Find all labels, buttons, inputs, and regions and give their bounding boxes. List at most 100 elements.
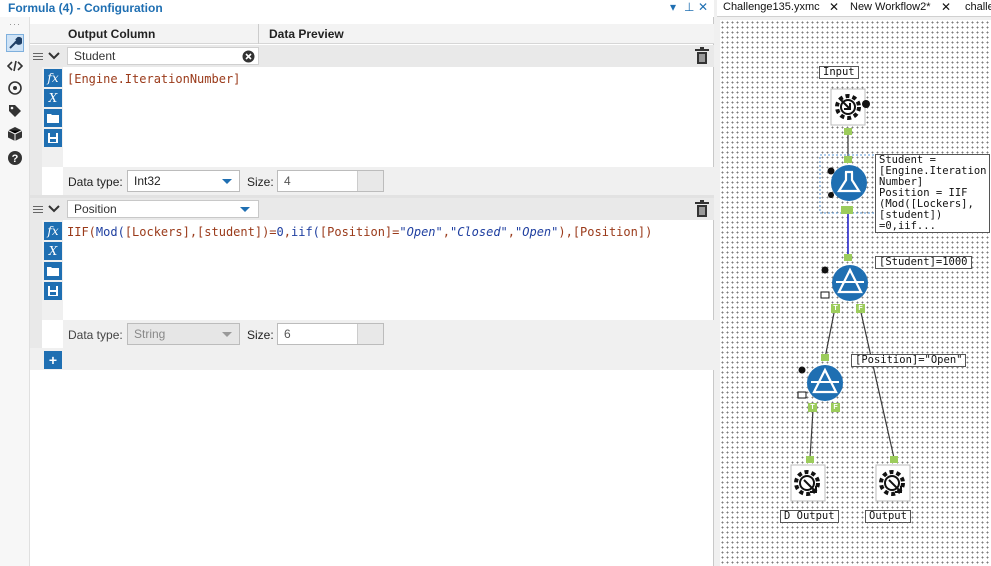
formula-row: Student fx X [Engine.IterationNumber] Da… <box>30 45 714 195</box>
save-icon[interactable] <box>44 282 62 300</box>
output-anchor[interactable] <box>844 128 852 135</box>
false-anchor[interactable]: F <box>831 403 840 412</box>
chevron-down-icon <box>222 332 232 337</box>
output2-annotation: Output <box>865 510 911 523</box>
function-icon[interactable]: fx <box>44 69 62 87</box>
false-anchor[interactable]: F <box>856 304 865 313</box>
true-anchor[interactable]: T <box>808 403 817 412</box>
delete-row-icon[interactable] <box>694 47 710 65</box>
output1-annotation: D Output <box>780 510 839 523</box>
row-gutter <box>30 220 42 348</box>
tab-challenge135[interactable]: Challenge135.yxmc <box>723 1 820 13</box>
add-formula-button[interactable]: + <box>44 351 62 369</box>
variable-icon[interactable]: X <box>44 89 62 107</box>
output-anchor[interactable] <box>841 206 853 214</box>
open-folder-icon[interactable] <box>44 109 62 127</box>
chevron-down-icon <box>222 179 232 184</box>
pin-icon[interactable]: ⊥ <box>684 0 694 14</box>
package-icon[interactable] <box>6 125 24 143</box>
datatype-label: Data type: <box>68 328 123 342</box>
filter-tool-node[interactable] <box>820 262 870 304</box>
config-toolstrip: ··· ? <box>0 17 30 566</box>
filter-triangle-icon <box>797 365 843 401</box>
filter1-annotation: [Student]=1000 <box>875 256 972 269</box>
size-label: Size: <box>247 328 274 342</box>
output-field-select[interactable]: Position <box>67 200 259 218</box>
output-tool-node[interactable] <box>790 464 826 502</box>
configuration-icon[interactable] <box>6 34 24 52</box>
input-anchor[interactable] <box>844 156 852 163</box>
drag-handle-icon[interactable] <box>30 198 46 220</box>
size-label: Size: <box>247 175 274 189</box>
help-icon[interactable]: ? <box>6 149 24 167</box>
configuration-panel: Formula (4) - Configuration ▾ ⊥ ✕ ··· ? … <box>0 0 714 566</box>
connector-line <box>824 307 836 359</box>
tag-icon[interactable] <box>6 102 24 120</box>
input-annotation: Input <box>819 66 859 79</box>
expression-editor[interactable]: IIF(Mod([Lockers],[student])=0,iif([Posi… <box>67 225 652 239</box>
header-divider <box>258 24 259 44</box>
formula-grid-header: Output Column Data Preview <box>30 24 714 44</box>
drag-handle-icon[interactable] <box>30 45 46 67</box>
formula-row-header: Student <box>30 45 714 67</box>
datatype-bar: Data type: Int32 Size: 4 <box>63 167 714 195</box>
filter2-annotation: [Position]="Open" <box>851 354 967 367</box>
close-tab-icon[interactable]: ✕ <box>829 0 839 14</box>
formula-tool-node[interactable] <box>826 163 870 203</box>
filter-triangle-icon <box>820 265 868 301</box>
size-input[interactable]: 6 <box>277 323 384 345</box>
delete-row-icon[interactable] <box>694 200 710 218</box>
formula-row-header: Position <box>30 198 714 220</box>
input-anchor[interactable] <box>806 456 814 463</box>
input-anchor[interactable] <box>844 254 852 261</box>
size-value: 6 <box>284 327 291 341</box>
output-tool-node[interactable] <box>875 464 911 502</box>
input-tool-node[interactable] <box>830 88 870 126</box>
output-field-name: Student <box>74 49 116 63</box>
panel-title-bar: Formula (4) - Configuration ▾ ⊥ ✕ <box>0 0 714 17</box>
size-spinner[interactable] <box>357 324 383 344</box>
connector-line <box>859 307 895 459</box>
size-spinner[interactable] <box>357 171 383 191</box>
input-anchor[interactable] <box>821 354 829 361</box>
collapse-chevron-icon[interactable] <box>47 49 61 63</box>
row-gutter <box>30 67 42 195</box>
expression-icon-column: fx X <box>42 67 63 167</box>
size-value: 4 <box>284 174 291 188</box>
input-anchor[interactable] <box>890 456 898 463</box>
collapse-chevron-icon[interactable] <box>47 202 61 216</box>
output-column-header: Output Column <box>68 27 156 41</box>
output-gear-icon <box>790 464 826 502</box>
tab-challe[interactable]: challe <box>965 1 991 13</box>
save-icon[interactable] <box>44 129 62 147</box>
datatype-select[interactable]: Int32 <box>127 170 240 192</box>
formula-annotation: Student = [Engine.Iteration Number] Posi… <box>875 154 991 233</box>
data-preview-header: Data Preview <box>269 27 344 41</box>
close-panel-icon[interactable]: ✕ <box>698 0 708 14</box>
clear-field-icon[interactable] <box>242 50 255 63</box>
tab-new-workflow2[interactable]: New Workflow2* <box>850 1 931 13</box>
true-anchor[interactable]: T <box>831 304 840 313</box>
workflow-canvas[interactable]: Input Student = [Engine.Iteration Number… <box>720 20 991 566</box>
datatype-label: Data type: <box>68 175 123 189</box>
variable-icon[interactable]: X <box>44 242 62 260</box>
open-folder-icon[interactable] <box>44 262 62 280</box>
tool-icon[interactable] <box>6 79 24 97</box>
formula-flask-icon <box>827 165 867 201</box>
input-gear-icon <box>830 88 870 126</box>
expression-editor[interactable]: [Engine.IterationNumber] <box>67 72 240 86</box>
panel-title: Formula (4) - Configuration <box>8 1 163 15</box>
add-row-bar: + <box>30 348 714 370</box>
filter-tool-node[interactable] <box>797 362 847 404</box>
close-tab-icon[interactable]: ✕ <box>941 0 951 14</box>
code-icon[interactable] <box>6 57 24 75</box>
size-input[interactable]: 4 <box>277 170 384 192</box>
datatype-select[interactable]: String <box>127 323 240 345</box>
output-field-name: Position <box>74 202 117 216</box>
panel-dropdown-icon[interactable]: ▾ <box>670 0 676 14</box>
chevron-down-icon <box>240 207 250 212</box>
output-field-name-input[interactable]: Student <box>67 47 259 65</box>
function-icon[interactable]: fx <box>44 222 62 240</box>
datatype-value: Int32 <box>134 174 161 188</box>
alteryx-window: Formula (4) - Configuration ▾ ⊥ ✕ ··· ? … <box>0 0 991 566</box>
